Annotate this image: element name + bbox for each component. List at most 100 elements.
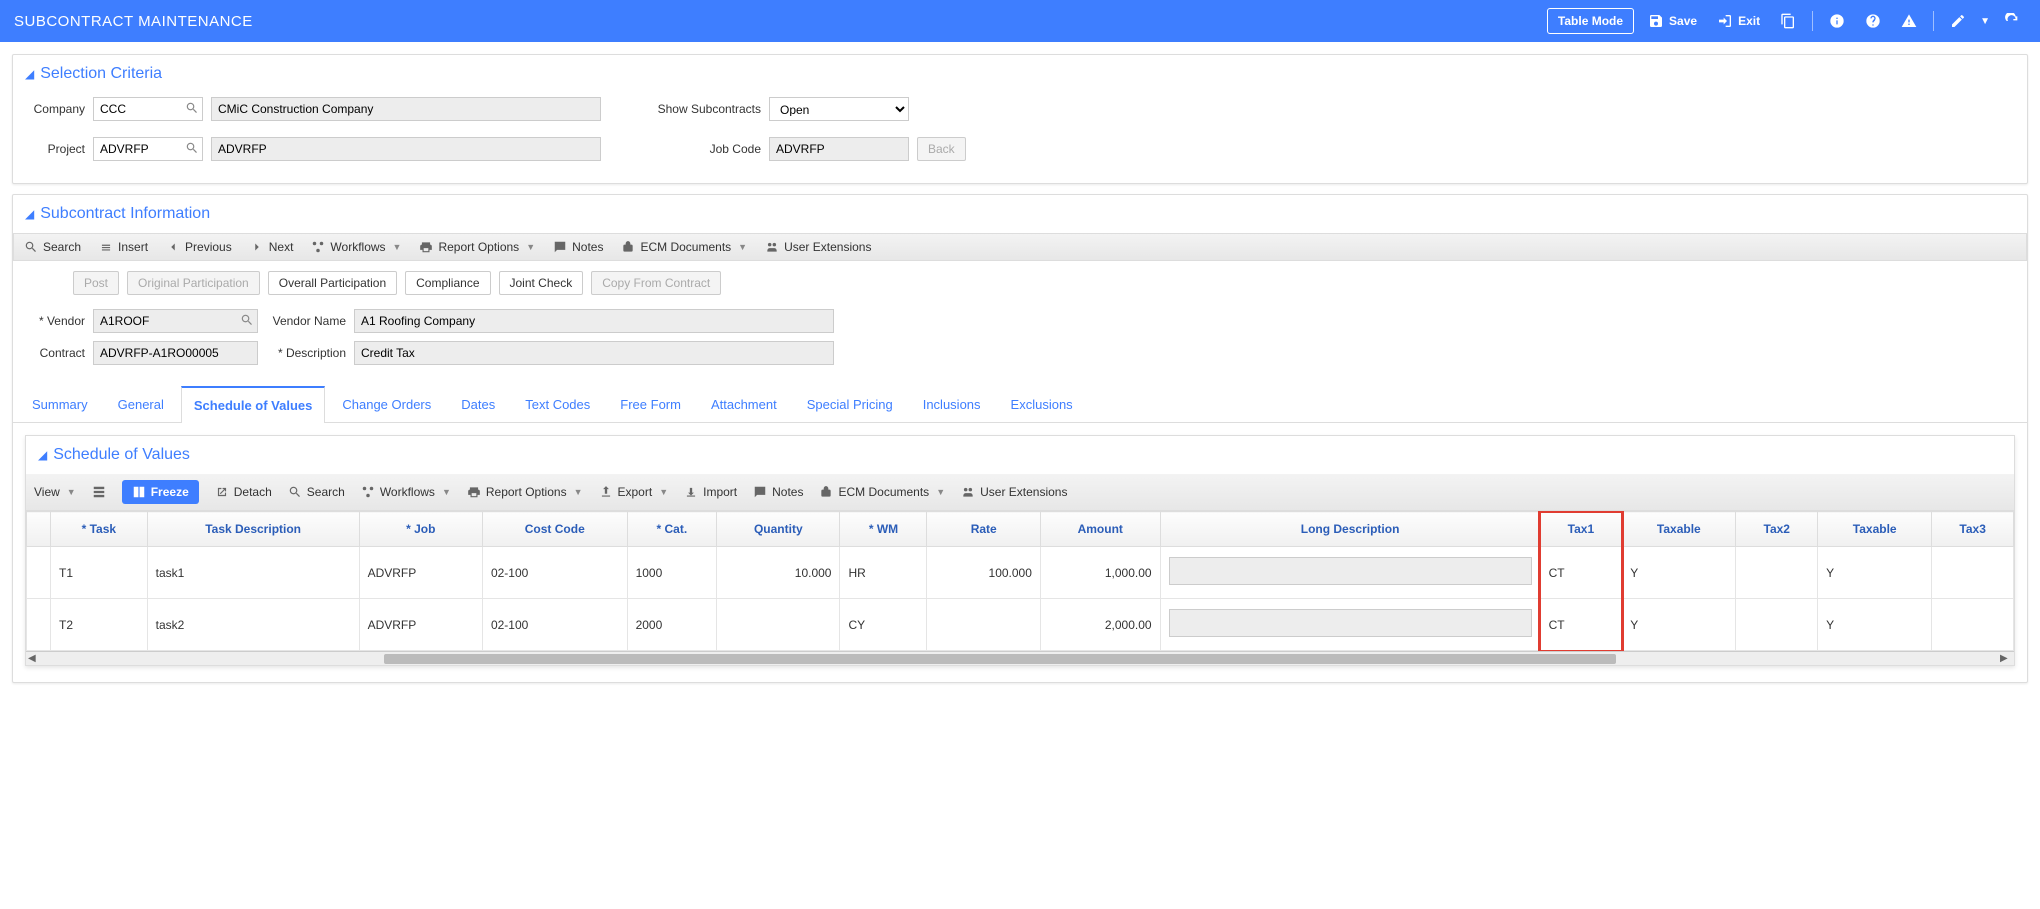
col-wm[interactable]: * WM [840, 512, 927, 547]
horizontal-scrollbar[interactable]: ◀ ▶ [26, 651, 2014, 665]
toolbar-workflows[interactable]: Workflows▼ [311, 240, 401, 254]
col-tax1[interactable]: Tax1 [1540, 512, 1622, 547]
table-mode-button[interactable]: Table Mode [1547, 8, 1634, 34]
cell-long-desc[interactable] [1160, 599, 1540, 651]
col-cat[interactable]: * Cat. [627, 512, 717, 547]
post-button[interactable]: Post [73, 271, 119, 295]
cell-long-desc[interactable] [1160, 547, 1540, 599]
edit-icon-button[interactable] [1944, 8, 1972, 34]
cell-rate[interactable] [927, 599, 1040, 651]
col-task-desc[interactable]: Task Description [147, 512, 359, 547]
alert-icon-button[interactable] [1895, 8, 1923, 34]
cell-amount[interactable]: 1,000.00 [1040, 547, 1160, 599]
cell-task-desc[interactable]: task1 [147, 547, 359, 599]
sov-user-extensions[interactable]: User Extensions [961, 485, 1067, 499]
table-row[interactable]: T2 task2 ADVRFP 02-100 2000 CY 2,000.00 … [27, 599, 2014, 651]
original-participation-button[interactable]: Original Participation [127, 271, 260, 295]
cell-cost-code[interactable]: 02-100 [482, 547, 627, 599]
cell-quantity[interactable] [717, 599, 840, 651]
cell-tax2[interactable] [1736, 599, 1818, 651]
cell-taxable1[interactable]: Y [1622, 599, 1736, 651]
toolbar-previous[interactable]: Previous [166, 240, 232, 254]
sov-header[interactable]: ◢ Schedule of Values [26, 436, 2014, 474]
tab-change-orders[interactable]: Change Orders [329, 386, 444, 423]
cell-taxable2[interactable]: Y [1818, 547, 1932, 599]
col-job[interactable]: * Job [359, 512, 482, 547]
col-taxable2[interactable]: Taxable [1818, 512, 1932, 547]
cell-task[interactable]: T2 [51, 599, 148, 651]
cell-tax1[interactable]: CT [1540, 547, 1622, 599]
vendor-input[interactable] [93, 309, 258, 333]
info-icon-button[interactable] [1823, 8, 1851, 34]
project-lookup[interactable] [93, 137, 203, 161]
cell-tax3[interactable] [1932, 547, 2014, 599]
col-amount[interactable]: Amount [1040, 512, 1160, 547]
cell-amount[interactable]: 2,000.00 [1040, 599, 1160, 651]
cell-cat[interactable]: 1000 [627, 547, 717, 599]
cell-job[interactable]: ADVRFP [359, 599, 482, 651]
cell-tax3[interactable] [1932, 599, 2014, 651]
show-subcontracts-select[interactable]: Open [769, 97, 909, 121]
dropdown-caret[interactable]: ▼ [1980, 16, 1990, 27]
tab-dates[interactable]: Dates [448, 386, 508, 423]
sov-view[interactable]: View▼ [34, 485, 76, 499]
cell-quantity[interactable]: 10.000 [717, 547, 840, 599]
sov-search[interactable]: Search [288, 485, 345, 499]
tab-special-pricing[interactable]: Special Pricing [794, 386, 906, 423]
cell-task-desc[interactable]: task2 [147, 599, 359, 651]
col-taxable1[interactable]: Taxable [1622, 512, 1736, 547]
cell-task[interactable]: T1 [51, 547, 148, 599]
company-lookup[interactable] [93, 97, 203, 121]
overall-participation-button[interactable]: Overall Participation [268, 271, 397, 295]
vendor-lookup[interactable] [93, 309, 258, 333]
exit-button[interactable]: Exit [1711, 8, 1766, 34]
tab-summary[interactable]: Summary [19, 386, 101, 423]
toolbar-user-extensions[interactable]: User Extensions [765, 240, 871, 254]
col-tax3[interactable]: Tax3 [1932, 512, 2014, 547]
cell-wm[interactable]: CY [840, 599, 927, 651]
sov-format-icon[interactable] [92, 485, 106, 499]
save-button[interactable]: Save [1642, 8, 1703, 34]
tab-inclusions[interactable]: Inclusions [910, 386, 994, 423]
scroll-left-icon[interactable]: ◀ [28, 653, 40, 665]
section-header[interactable]: ◢ Selection Criteria [13, 55, 2027, 93]
toolbar-insert[interactable]: Insert [99, 240, 148, 254]
sov-workflows[interactable]: Workflows▼ [361, 485, 451, 499]
tab-text-codes[interactable]: Text Codes [512, 386, 603, 423]
sov-export[interactable]: Export▼ [599, 485, 669, 499]
col-cost-code[interactable]: Cost Code [482, 512, 627, 547]
joint-check-button[interactable]: Joint Check [499, 271, 584, 295]
scroll-thumb[interactable] [384, 654, 1617, 664]
sov-detach[interactable]: Detach [215, 485, 272, 499]
sov-import[interactable]: Import [684, 485, 737, 499]
table-row[interactable]: T1 task1 ADVRFP 02-100 1000 10.000 HR 10… [27, 547, 2014, 599]
sov-ecm-documents[interactable]: ECM Documents▼ [819, 485, 945, 499]
compliance-button[interactable]: Compliance [405, 271, 490, 295]
toolbar-notes[interactable]: Notes [553, 240, 603, 254]
cell-tax2[interactable] [1736, 547, 1818, 599]
help-icon-button[interactable] [1859, 8, 1887, 34]
tab-general[interactable]: General [105, 386, 177, 423]
cell-taxable1[interactable]: Y [1622, 547, 1736, 599]
sov-notes[interactable]: Notes [753, 485, 803, 499]
cell-rate[interactable]: 100.000 [927, 547, 1040, 599]
scroll-right-icon[interactable]: ▶ [2000, 653, 2012, 665]
back-button[interactable]: Back [917, 137, 966, 161]
toolbar-search[interactable]: Search [24, 240, 81, 254]
toolbar-report-options[interactable]: Report Options▼ [419, 240, 535, 254]
toolbar-next[interactable]: Next [250, 240, 294, 254]
sov-report-options[interactable]: Report Options▼ [467, 485, 583, 499]
long-description-input[interactable] [1169, 557, 1532, 585]
tab-schedule-of-values[interactable]: Schedule of Values [181, 386, 326, 423]
col-tax2[interactable]: Tax2 [1736, 512, 1818, 547]
copy-from-contract-button[interactable]: Copy From Contract [591, 271, 721, 295]
copy-icon-button[interactable] [1774, 8, 1802, 34]
long-description-input[interactable] [1169, 609, 1532, 637]
col-rate[interactable]: Rate [927, 512, 1040, 547]
sov-freeze[interactable]: Freeze [122, 480, 199, 504]
col-long-desc[interactable]: Long Description [1160, 512, 1540, 547]
cell-cat[interactable]: 2000 [627, 599, 717, 651]
cell-cost-code[interactable]: 02-100 [482, 599, 627, 651]
cell-wm[interactable]: HR [840, 547, 927, 599]
refresh-icon-button[interactable] [1998, 8, 2026, 34]
